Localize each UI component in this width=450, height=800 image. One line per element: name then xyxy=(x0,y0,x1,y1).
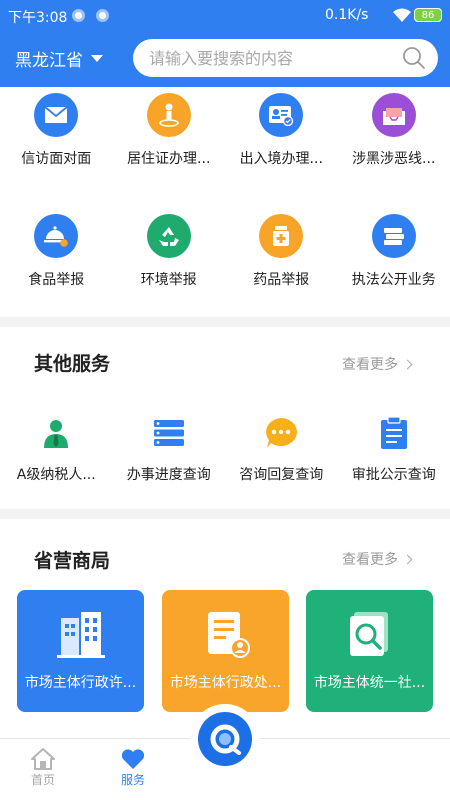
status-bar: 下午3:08 0.1K/s 86 xyxy=(0,0,450,30)
see-more-link[interactable]: 查看更多 xyxy=(342,354,413,374)
notification-dot-icon xyxy=(96,9,109,22)
search-icon[interactable] xyxy=(402,46,426,70)
service-row-2: 食品举报 环境举报 药品举报 执法公开业务 xyxy=(0,214,450,289)
service-row-1: 信访面对面 居住证办理... 出入境办理... 涉黑涉恶线... xyxy=(0,93,450,168)
chat-bubble-icon xyxy=(259,413,303,453)
province-label: 黑龙江省 xyxy=(15,51,83,71)
service-item-residence[interactable]: 居住证办理... xyxy=(113,93,226,168)
document-person-icon xyxy=(208,612,250,658)
id-card-icon xyxy=(259,93,304,137)
tile-admin-license[interactable]: 市场主体行政许... xyxy=(17,590,144,712)
service-label: 咨询回复查询 xyxy=(239,467,324,483)
envelope-icon xyxy=(34,93,79,137)
tile-label: 市场主体行政处... xyxy=(169,675,282,691)
service-item-approval[interactable]: 审批公示查询 xyxy=(338,413,450,484)
service-label: 涉黑涉恶线... xyxy=(352,151,436,167)
caret-down-icon xyxy=(91,55,103,62)
person-pin-icon xyxy=(146,93,191,137)
battery-icon: 86 xyxy=(414,8,442,22)
section-title-bureaus: 省营商局 xyxy=(34,550,111,572)
service-item-exit-entry[interactable]: 出入境办理... xyxy=(225,93,338,168)
food-dome-icon xyxy=(34,214,79,258)
service-item-anti-crime[interactable]: 涉黑涉恶线... xyxy=(338,93,450,168)
tile-admin-penalty[interactable]: 市场主体行政处... xyxy=(162,590,289,712)
service-label: A级纳税人... xyxy=(16,467,96,483)
nav-home-label: 首页 xyxy=(30,773,55,787)
tile-label: 市场主体行政许... xyxy=(24,675,137,691)
service-label: 药品举报 xyxy=(253,272,310,288)
service-label: 办事进度查询 xyxy=(126,467,211,483)
see-more-label: 查看更多 xyxy=(342,357,398,373)
list-icon xyxy=(147,413,191,453)
network-speed: 0.1K/s xyxy=(325,7,369,23)
service-label: 执法公开业务 xyxy=(351,272,436,288)
medicine-icon xyxy=(259,214,304,258)
tile-label: 市场主体统一社... xyxy=(313,675,426,691)
other-services-row: A级纳税人... 办事进度查询 咨询回复查询 审批公示查询 xyxy=(0,413,450,484)
taxpayer-icon xyxy=(34,413,78,453)
assistant-logo-icon xyxy=(198,712,252,766)
status-time: 下午3:08 xyxy=(8,10,68,26)
chevron-right-icon xyxy=(402,359,413,369)
service-label: 环境举报 xyxy=(140,272,197,288)
nav-home[interactable]: 首页 xyxy=(30,747,56,788)
service-label: 审批公示查询 xyxy=(351,467,436,483)
service-item-food[interactable]: 食品举报 xyxy=(0,214,113,289)
top-services-card: 信访面对面 居住证办理... 出入境办理... 涉黑涉恶线... 食品举报 环境… xyxy=(0,87,450,317)
notification-dot-icon xyxy=(72,9,85,22)
home-icon xyxy=(31,748,55,770)
service-label: 信访面对面 xyxy=(21,151,92,167)
see-more-link[interactable]: 查看更多 xyxy=(342,549,413,569)
wifi-icon xyxy=(393,8,411,22)
search-input[interactable] xyxy=(149,39,389,77)
service-item-a-taxpayer[interactable]: A级纳税人... xyxy=(0,413,113,484)
magnify-doc-icon xyxy=(350,612,388,656)
other-services-card: 其他服务 查看更多 A级纳税人... 办事进度查询 咨询回复查询 审批公示查询 xyxy=(0,327,450,509)
service-item-progress[interactable]: 办事进度查询 xyxy=(113,413,226,484)
service-item-environment[interactable]: 环境举报 xyxy=(113,214,226,289)
service-item-law-enforcement[interactable]: 执法公开业务 xyxy=(338,214,450,289)
chevron-right-icon xyxy=(402,554,413,564)
section-title-other-services: 其他服务 xyxy=(34,353,111,375)
assistant-button[interactable] xyxy=(194,708,256,770)
tile-unified-credit[interactable]: 市场主体统一社... xyxy=(306,590,433,712)
clipboard-icon xyxy=(372,413,416,453)
service-item-medicine[interactable]: 药品举报 xyxy=(225,214,338,289)
search-bar[interactable] xyxy=(133,39,438,77)
building-icon xyxy=(57,612,105,658)
see-more-label: 查看更多 xyxy=(342,552,398,568)
books-icon xyxy=(371,214,416,258)
service-item-xinfang[interactable]: 信访面对面 xyxy=(0,93,113,168)
top-header: 下午3:08 0.1K/s 86 黑龙江省 xyxy=(0,0,450,87)
service-label: 食品举报 xyxy=(28,272,85,288)
province-selector[interactable]: 黑龙江省 xyxy=(15,46,103,71)
service-item-consult-reply[interactable]: 咨询回复查询 xyxy=(225,413,338,484)
service-label: 出入境办理... xyxy=(239,151,323,167)
nav-services-label: 服务 xyxy=(120,773,145,787)
nav-services[interactable]: 服务 xyxy=(120,747,146,788)
mail-tray-icon xyxy=(371,93,416,137)
service-label: 居住证办理... xyxy=(127,151,211,167)
recycle-icon xyxy=(146,214,191,258)
heart-icon xyxy=(121,749,145,769)
